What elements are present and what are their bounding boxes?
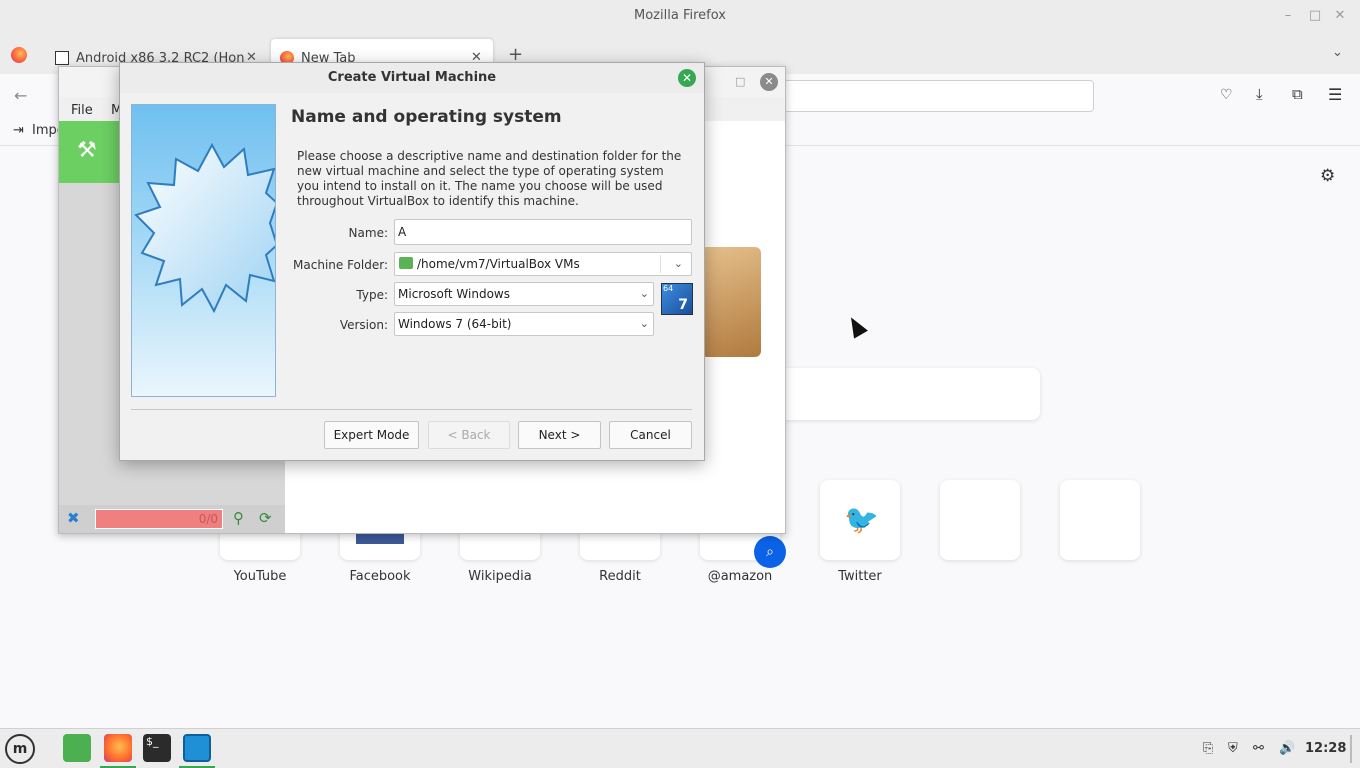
back-icon[interactable]: ← xyxy=(14,86,27,105)
dialog-titlebar: Create Virtual Machine ✕ xyxy=(120,63,704,93)
shortcut-label: Reddit xyxy=(599,569,641,584)
type-value: Microsoft Windows xyxy=(398,287,510,301)
name-input[interactable]: A xyxy=(394,219,692,245)
create-vm-dialog: Create Virtual Machine ✕ Name and operat… xyxy=(119,62,705,461)
firefox-icon[interactable] xyxy=(104,734,132,762)
download-icon[interactable]: ⤓ xyxy=(1256,85,1263,103)
gear-icon[interactable]: ⚙ xyxy=(1320,166,1335,186)
firefox-titlebar: Mozilla Firefox – □ ✕ xyxy=(0,0,1360,34)
terminal-icon[interactable]: $_ xyxy=(143,734,171,762)
divider xyxy=(660,255,661,273)
welcome-toolbox-image xyxy=(701,247,761,357)
version-label: Version: xyxy=(339,318,388,332)
version-select[interactable]: Windows 7 (64-bit) ⌄ xyxy=(394,312,654,336)
close-icon[interactable]: ✕ xyxy=(678,69,696,87)
chevron-down-icon: ⌄ xyxy=(639,317,649,330)
status-bar: ✖ 0/0 ⚲ ⟳ xyxy=(59,505,285,533)
tools-icon: ⚒ xyxy=(77,138,97,163)
shortcut-label: YouTube xyxy=(233,569,287,584)
back-button[interactable]: < Back xyxy=(428,421,510,449)
menu-file[interactable]: File xyxy=(71,103,93,118)
mint-menu-icon[interactable]: m xyxy=(5,734,35,764)
cancel-button[interactable]: Cancel xyxy=(609,421,692,449)
url-bar[interactable] xyxy=(780,80,1094,112)
wizard-banner-image xyxy=(131,104,276,397)
files-icon[interactable] xyxy=(63,734,91,762)
next-button[interactable]: Next > xyxy=(518,421,601,449)
import-bookmarks-icon: ⇥ xyxy=(13,123,24,138)
machine-folder-select[interactable]: /home/vm7/VirtualBox VMs ⌄ xyxy=(394,252,692,276)
chevron-down-icon[interactable]: ⌄ xyxy=(674,253,683,275)
shortcut-label: Twitter xyxy=(838,569,882,584)
starburst-icon xyxy=(134,142,275,314)
shortcut-tile-twitter[interactable]: 🐦 xyxy=(820,480,900,560)
page-icon xyxy=(55,51,69,65)
page-heading: Name and operating system xyxy=(291,107,562,127)
refresh-icon[interactable]: ⟳ xyxy=(259,509,272,527)
dialog-title: Create Virtual Machine xyxy=(327,70,497,85)
show-desktop-handle[interactable] xyxy=(1350,735,1352,763)
extensions-icon[interactable]: ⧉ xyxy=(1292,85,1303,103)
menu-icon[interactable]: ☰ xyxy=(1328,85,1342,104)
expert-mode-button[interactable]: Expert Mode xyxy=(324,421,419,449)
twitter-icon: 🐦 xyxy=(844,503,879,536)
clipboard-icon[interactable]: ⎘ xyxy=(1203,741,1213,756)
shield-icon[interactable]: ⛨ xyxy=(1228,741,1238,756)
search-icon: ⌕ xyxy=(754,536,786,568)
shortcut-tile-empty[interactable] xyxy=(1060,480,1140,560)
progress-bar: 0/0 xyxy=(95,509,223,529)
name-label: Name: xyxy=(348,226,388,240)
shortcut-label: Facebook xyxy=(349,569,411,584)
page-description: Please choose a descriptive name and des… xyxy=(297,149,682,208)
network-icon[interactable]: ⚯ xyxy=(1253,741,1264,756)
volume-icon[interactable]: 🔊 xyxy=(1279,741,1295,756)
separator xyxy=(131,409,692,410)
maximize-icon[interactable]: □ xyxy=(1308,9,1322,23)
pocket-icon[interactable]: ♡ xyxy=(1220,87,1233,103)
machine-folder-value: /home/vm7/VirtualBox VMs xyxy=(417,257,580,271)
shortcut-tile-empty[interactable] xyxy=(940,480,1020,560)
os-bits-badge: 64 xyxy=(663,284,674,293)
type-select[interactable]: Microsoft Windows ⌄ xyxy=(394,282,654,306)
minimize-icon[interactable]: – xyxy=(1281,9,1295,23)
cancel-download-icon[interactable]: ✖ xyxy=(67,509,80,527)
machine-folder-label: Machine Folder: xyxy=(293,258,388,272)
chevron-down-icon[interactable]: ⌄ xyxy=(1332,45,1343,60)
taskbar: m $_ ⎘ ⛨ ⚯ 🔊 12:28 xyxy=(0,728,1360,768)
windows-7-os-icon: 64 7 xyxy=(661,283,693,315)
type-label: Type: xyxy=(356,288,388,302)
shortcut-label: Wikipedia xyxy=(468,569,532,584)
shortcut-label: @amazon xyxy=(707,569,773,584)
clock[interactable]: 12:28 xyxy=(1305,741,1346,756)
folder-icon xyxy=(399,257,413,269)
close-icon[interactable]: ✕ xyxy=(760,73,778,91)
maximize-icon[interactable]: □ xyxy=(735,75,745,88)
close-icon[interactable]: ✕ xyxy=(1333,9,1347,23)
os-version-badge: 7 xyxy=(678,297,688,313)
firefox-menu-icon[interactable] xyxy=(11,47,27,63)
chevron-down-icon: ⌄ xyxy=(639,287,649,300)
window-title: Mozilla Firefox xyxy=(634,8,726,23)
version-value: Windows 7 (64-bit) xyxy=(398,317,512,331)
system-monitor-icon[interactable] xyxy=(183,734,211,762)
network-icon[interactable]: ⚲ xyxy=(233,509,244,527)
